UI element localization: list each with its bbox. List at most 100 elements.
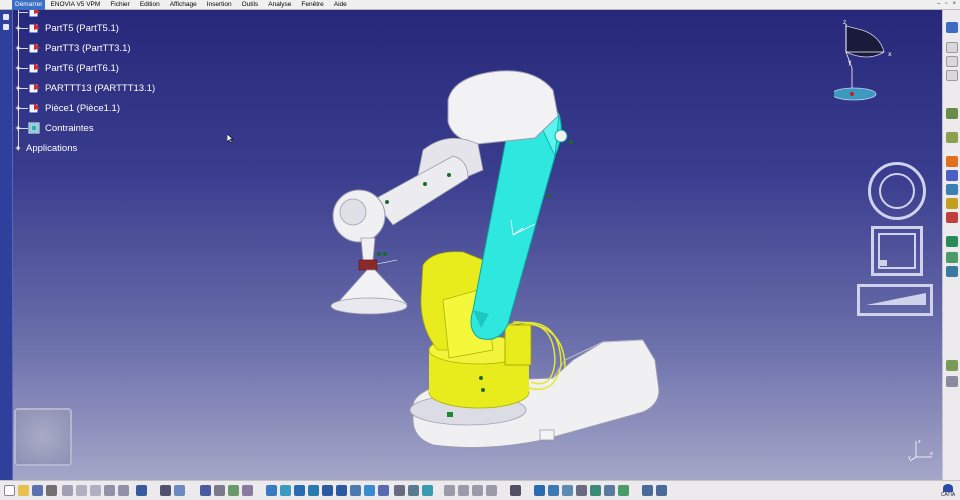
tool-icon[interactable] xyxy=(228,485,239,496)
minimize-icon[interactable]: – xyxy=(937,1,940,7)
new-icon[interactable] xyxy=(4,485,15,496)
normal-view-icon[interactable] xyxy=(350,485,361,496)
grid-icon[interactable] xyxy=(200,485,211,496)
tool-icon[interactable] xyxy=(486,485,497,496)
print-icon[interactable] xyxy=(46,485,57,496)
tool-icon[interactable] xyxy=(946,42,958,53)
tool-icon[interactable] xyxy=(618,485,629,496)
tool-icon[interactable] xyxy=(946,184,958,195)
menu-aide[interactable]: Aide xyxy=(329,0,352,10)
compass-y-label: y xyxy=(848,59,852,66)
expand-icon[interactable]: + xyxy=(14,104,22,113)
workbench-icon[interactable] xyxy=(946,22,958,33)
panel-tab-icon[interactable] xyxy=(3,14,9,20)
tool-icon[interactable] xyxy=(604,485,615,496)
3d-viewport[interactable]: + PartT5 (PartT5.1) + PartTT3 (PartTT3.1… xyxy=(13,10,942,480)
expand-icon[interactable]: + xyxy=(14,124,22,133)
open-icon[interactable] xyxy=(18,485,29,496)
menu-analyse[interactable]: Analyse xyxy=(263,0,296,10)
tool-icon[interactable] xyxy=(590,485,601,496)
tool-icon[interactable] xyxy=(214,485,225,496)
tool-icon[interactable] xyxy=(946,70,958,81)
right-toolbar xyxy=(942,10,960,480)
tool-icon[interactable] xyxy=(548,485,559,496)
part-icon xyxy=(28,43,40,54)
camera-icon[interactable] xyxy=(510,485,521,496)
tool-icon[interactable] xyxy=(946,198,958,209)
copy-icon[interactable] xyxy=(76,485,87,496)
fly-mode-icon[interactable] xyxy=(266,485,277,496)
panel-tab-icon[interactable] xyxy=(3,24,9,30)
expand-icon[interactable]: + xyxy=(14,64,22,73)
redo-icon[interactable] xyxy=(118,485,129,496)
cut-icon[interactable] xyxy=(62,485,73,496)
hide-show-icon[interactable] xyxy=(394,485,405,496)
tool-icon[interactable] xyxy=(422,485,433,496)
tool-icon[interactable] xyxy=(946,212,958,223)
overview-thumbnail[interactable] xyxy=(14,408,72,466)
tool-icon[interactable] xyxy=(946,252,958,263)
tree-item-label: Pièce1 (Pièce1.1) xyxy=(45,102,120,114)
catia-logo-text: CATIA xyxy=(940,492,956,498)
tool-icon[interactable] xyxy=(946,56,958,67)
close-icon[interactable]: × xyxy=(952,1,956,7)
tool-icon[interactable] xyxy=(642,485,653,496)
menu-fichier[interactable]: Fichier xyxy=(105,0,135,10)
comment-icon[interactable] xyxy=(174,485,185,496)
tool-icon[interactable] xyxy=(946,360,958,371)
tool-icon[interactable] xyxy=(458,485,469,496)
views-icon[interactable] xyxy=(364,485,375,496)
menu-outils[interactable]: Outils xyxy=(237,0,264,10)
menu-affichage[interactable]: Affichage xyxy=(165,0,202,10)
menu-edition[interactable]: Edition xyxy=(135,0,165,10)
tool-icon[interactable] xyxy=(242,485,253,496)
start-button[interactable]: Démarrer xyxy=(12,0,46,10)
pan-manipulator[interactable] xyxy=(871,226,923,276)
axis-x-label: x xyxy=(930,451,933,457)
zoom-out-icon[interactable] xyxy=(336,485,347,496)
select-icon[interactable] xyxy=(946,108,958,119)
tool-icon[interactable] xyxy=(656,485,667,496)
render-style-icon[interactable] xyxy=(378,485,389,496)
tool-icon[interactable] xyxy=(534,485,545,496)
tool-icon[interactable] xyxy=(946,376,958,387)
part-icon xyxy=(28,83,40,94)
tool-icon[interactable] xyxy=(946,156,958,167)
expand-icon[interactable]: + xyxy=(14,44,22,53)
tool-icon[interactable] xyxy=(472,485,483,496)
expand-icon[interactable]: + xyxy=(14,84,22,93)
zoom-manipulator[interactable] xyxy=(857,284,933,316)
tool-icon[interactable] xyxy=(576,485,587,496)
menu-fenetre[interactable]: Fenêtre xyxy=(296,0,328,10)
compass-icon[interactable]: z x y xyxy=(834,16,904,106)
tool-icon[interactable] xyxy=(946,236,958,247)
mouse-cursor-icon xyxy=(227,134,234,143)
swap-space-icon[interactable] xyxy=(408,485,419,496)
catia-logo: CATIA xyxy=(940,484,956,498)
tool-icon[interactable] xyxy=(946,132,958,143)
left-panel-strip xyxy=(0,10,13,480)
tool-icon[interactable] xyxy=(946,266,958,277)
paste-icon[interactable] xyxy=(90,485,101,496)
menu-insertion[interactable]: Insertion xyxy=(202,0,237,10)
menu-enovia[interactable]: ENOVIA V5 VPM xyxy=(45,0,105,10)
tree-item-label: PartT5 (PartT5.1) xyxy=(45,22,119,34)
formula-icon[interactable] xyxy=(160,485,171,496)
expand-icon[interactable]: + xyxy=(14,24,22,33)
tool-icon[interactable] xyxy=(946,170,958,181)
tool-icon[interactable] xyxy=(562,485,573,496)
restore-icon[interactable]: ▫ xyxy=(945,1,947,7)
fit-all-icon[interactable] xyxy=(280,485,291,496)
undo-icon[interactable] xyxy=(104,485,115,496)
save-icon[interactable] xyxy=(32,485,43,496)
tree-item-label: Contraintes xyxy=(45,122,94,134)
robot-arm-model[interactable] xyxy=(303,60,683,470)
zoom-in-icon[interactable] xyxy=(322,485,333,496)
rotate-icon[interactable] xyxy=(308,485,319,496)
help-icon[interactable] xyxy=(136,485,147,496)
expand-icon[interactable]: + xyxy=(14,144,22,153)
tool-icon[interactable] xyxy=(444,485,455,496)
rotate-manipulator[interactable] xyxy=(868,162,926,220)
part-icon xyxy=(28,103,40,114)
pan-icon[interactable] xyxy=(294,485,305,496)
